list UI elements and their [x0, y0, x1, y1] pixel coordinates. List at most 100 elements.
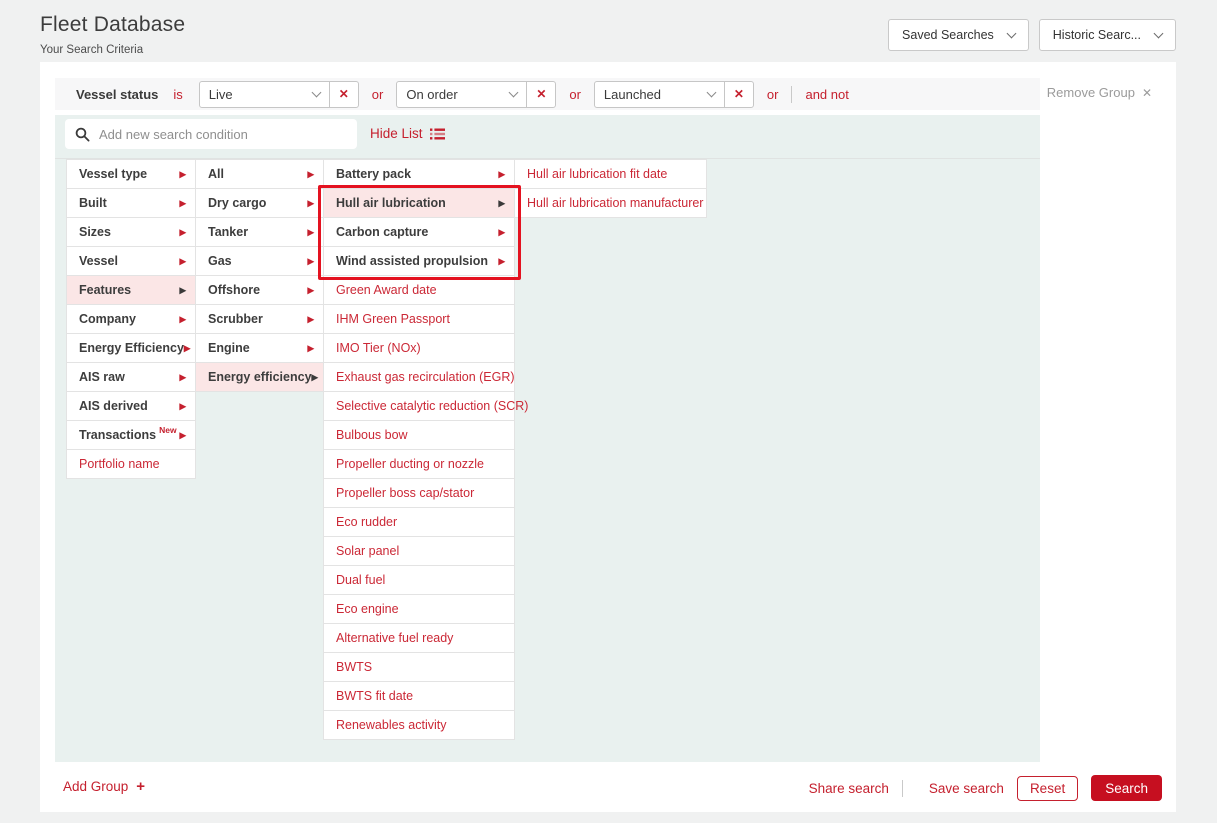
- menu-item-company[interactable]: Company▶: [66, 304, 196, 334]
- menu-item-all[interactable]: All▶: [195, 159, 324, 189]
- menu-item-hull-air-lubrication-manufacturer[interactable]: Hull air lubrication manufacturer: [514, 188, 707, 218]
- menu-item-scrubber[interactable]: Scrubber▶: [195, 304, 324, 334]
- menu-item-imo-tier-nox[interactable]: IMO Tier (NOx): [323, 333, 515, 363]
- or-label: or: [767, 87, 779, 102]
- remove-group-button[interactable]: Remove Group ✕: [1047, 85, 1152, 100]
- saved-searches-dropdown[interactable]: Saved Searches: [888, 19, 1029, 51]
- or-label: or: [569, 87, 581, 102]
- menu-item-label: Built: [79, 196, 107, 210]
- menu-item-sizes[interactable]: Sizes ▶: [66, 217, 196, 247]
- menu-item-offshore[interactable]: Offshore▶: [195, 275, 324, 305]
- menu-item-gas[interactable]: Gas▶: [195, 246, 324, 276]
- menu-item-label: Green Award date: [336, 283, 437, 297]
- share-search-link[interactable]: Share search: [809, 781, 889, 796]
- menu-item-features[interactable]: Features▶: [66, 275, 196, 305]
- submenu-arrow-icon: ▶: [179, 228, 186, 237]
- menu-item-solar-panel[interactable]: Solar panel: [323, 536, 515, 566]
- remove-condition-button[interactable]: ✕: [724, 82, 753, 107]
- remove-condition-button[interactable]: ✕: [329, 82, 358, 107]
- save-search-link[interactable]: Save search: [929, 781, 1004, 796]
- historic-searches-dropdown[interactable]: Historic Searc...: [1039, 19, 1176, 51]
- menu-item-bwts[interactable]: BWTS: [323, 652, 515, 682]
- menu-column-1: Vessel type▶ Built ▶ Sizes ▶ Vessel▶Features▶…: [66, 159, 196, 479]
- menu-item-energy-efficiency[interactable]: Energy Efficiency▶: [66, 333, 196, 363]
- menu-item-label: BWTS fit date: [336, 689, 413, 703]
- menu-item-label: Transactions: [79, 428, 156, 442]
- menu-item-label: IMO Tier (NOx): [336, 341, 421, 355]
- search-condition-input[interactable]: [99, 127, 347, 142]
- submenu-arrow-icon: ▶: [498, 199, 505, 208]
- menu-item-label: Gas: [208, 254, 232, 268]
- search-criteria-panel: Vessel status is Live✕orOn order✕orLaunc…: [40, 62, 1176, 812]
- operator-label: is: [173, 87, 182, 102]
- menu-item-label: BWTS: [336, 660, 372, 674]
- header-dropdowns: Saved Searches Historic Searc...: [888, 19, 1176, 51]
- menu-item-exhaust-gas-recirculation-egr[interactable]: Exhaust gas recirculation (EGR): [323, 362, 515, 392]
- menu-item-selective-catalytic-reduction-scr[interactable]: Selective catalytic reduction (SCR): [323, 391, 515, 421]
- condition-value: On order: [397, 87, 510, 102]
- menu-item-label: Propeller ducting or nozzle: [336, 457, 484, 471]
- remove-group-label: Remove Group: [1047, 85, 1135, 100]
- divider: [791, 86, 792, 103]
- menu-item-transactions[interactable]: TransactionsNew▶: [66, 420, 196, 450]
- menu-item-label: Propeller boss cap/stator: [336, 486, 474, 500]
- remove-condition-button[interactable]: ✕: [526, 82, 555, 107]
- menu-item-dual-fuel[interactable]: Dual fuel: [323, 565, 515, 595]
- menu-item-label: Hull air lubrication: [336, 196, 446, 210]
- menu-item-dry-cargo[interactable]: Dry cargo▶: [195, 188, 324, 218]
- search-button[interactable]: Search: [1091, 775, 1162, 801]
- menu-column-3: Battery pack▶Hull air lubrication▶Carbon…: [323, 159, 515, 740]
- submenu-arrow-icon: ▶: [498, 170, 505, 179]
- menu-item-hull-air-lubrication-fit-date[interactable]: Hull air lubrication fit date: [514, 159, 707, 189]
- submenu-arrow-icon: ▶: [498, 228, 505, 237]
- menu-item-portfolio-name[interactable]: Portfolio name: [66, 449, 196, 479]
- menu-item-hull-air-lubrication[interactable]: Hull air lubrication ▶: [323, 188, 515, 218]
- submenu-arrow-icon: ▶: [179, 170, 186, 179]
- menu-item-built[interactable]: Built ▶: [66, 188, 196, 218]
- menu-item-eco-engine[interactable]: Eco engine: [323, 594, 515, 624]
- menu-item-vessel[interactable]: Vessel▶: [66, 246, 196, 276]
- menu-item-bwts-fit-date[interactable]: BWTS fit date: [323, 681, 515, 711]
- menu-item-vessel-type[interactable]: Vessel type▶: [66, 159, 196, 189]
- page-title: Fleet Database: [40, 13, 185, 37]
- menu-item-label: Offshore: [208, 283, 260, 297]
- menu-item-renewables-activity[interactable]: Renewables activity: [323, 710, 515, 740]
- menu-item-ihm-green-passport[interactable]: IHM Green Passport: [323, 304, 515, 334]
- menu-item-green-award-date[interactable]: Green Award date: [323, 275, 515, 305]
- submenu-arrow-icon: ▶: [307, 199, 314, 208]
- submenu-arrow-icon: ▶: [179, 199, 186, 208]
- menu-item-label: Hull air lubrication manufacturer: [527, 196, 703, 210]
- menu-item-label: Sizes: [79, 225, 111, 239]
- menu-item-ais-raw[interactable]: AIS raw▶: [66, 362, 196, 392]
- submenu-arrow-icon: ▶: [307, 170, 314, 179]
- condition-group-row: Vessel status is Live✕orOn order✕orLaunc…: [55, 78, 1040, 110]
- menu-item-propeller-ducting-or-nozzle[interactable]: Propeller ducting or nozzle: [323, 449, 515, 479]
- and-not-link[interactable]: and not: [805, 87, 848, 102]
- menu-item-ais-derived[interactable]: AIS derived▶: [66, 391, 196, 421]
- submenu-arrow-icon: ▶: [179, 315, 186, 324]
- hide-list-label: Hide List: [370, 126, 423, 141]
- menu-item-carbon-capture[interactable]: Carbon capture▶: [323, 217, 515, 247]
- menu-item-label: Eco engine: [336, 602, 399, 616]
- menu-item-label: Selective catalytic reduction (SCR): [336, 399, 528, 413]
- menu-item-label: AIS derived: [79, 399, 148, 413]
- menu-item-alternative-fuel-ready[interactable]: Alternative fuel ready: [323, 623, 515, 653]
- page-header: Fleet Database Your Search Criteria: [40, 13, 185, 56]
- menu-item-tanker[interactable]: Tanker▶: [195, 217, 324, 247]
- menu-item-battery-pack[interactable]: Battery pack▶: [323, 159, 515, 189]
- hide-list-button[interactable]: Hide List: [370, 126, 445, 141]
- condition-dropdown-launched[interactable]: Launched✕: [594, 81, 754, 108]
- menu-item-propeller-boss-cap-stator[interactable]: Propeller boss cap/stator: [323, 478, 515, 508]
- menu-item-energy-efficiency[interactable]: Energy efficiency▶: [195, 362, 324, 392]
- condition-dropdown-live[interactable]: Live ✕: [199, 81, 359, 108]
- reset-button[interactable]: Reset: [1017, 776, 1078, 801]
- menu-item-wind-assisted-propulsion[interactable]: Wind assisted propulsion▶: [323, 246, 515, 276]
- menu-item-label: Energy Efficiency: [79, 341, 184, 355]
- menu-item-bulbous-bow[interactable]: Bulbous bow: [323, 420, 515, 450]
- add-group-button[interactable]: Add Group +: [63, 779, 145, 794]
- chevron-down-icon: [509, 87, 519, 97]
- condition-dropdown-on-order[interactable]: On order ✕: [396, 81, 556, 108]
- condition-value: Live: [200, 87, 313, 102]
- menu-item-eco-rudder[interactable]: Eco rudder: [323, 507, 515, 537]
- menu-item-engine[interactable]: Engine▶: [195, 333, 324, 363]
